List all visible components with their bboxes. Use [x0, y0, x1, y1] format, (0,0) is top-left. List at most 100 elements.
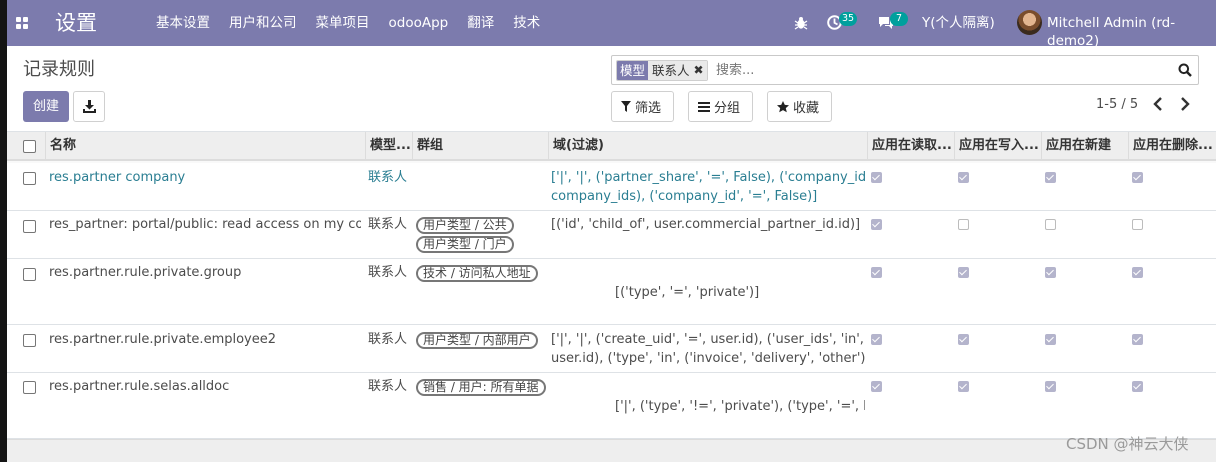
chevron-right-icon[interactable] — [1180, 97, 1190, 111]
perm-create-checkbox — [1045, 219, 1056, 230]
rule-model: 联系人 — [368, 379, 408, 394]
column-domain[interactable]: 域(过滤) — [548, 132, 867, 161]
search-bar: 模型 联系人 ✖ — [611, 55, 1199, 85]
bars-icon — [698, 101, 710, 112]
rule-name: res.partner.rule.private.group — [49, 265, 242, 280]
main-menu: 基本设置 用户和公司 菜单项目 odooApp 翻译 技术 — [156, 14, 559, 32]
star-icon — [777, 100, 789, 112]
table-row[interactable]: res.partner company 联系人 ['|', '|', ('par… — [7, 163, 1216, 211]
table-row[interactable]: res_partner: portal/public: read access … — [7, 211, 1216, 259]
perm-read-checkbox — [871, 267, 882, 278]
table-row[interactable]: res.partner.rule.private.employee2 联系人 用… — [7, 325, 1216, 373]
facet-key: 模型 — [617, 61, 649, 80]
rule-domain-line: ['|', ('type', '!=', 'private'), ('type'… — [615, 399, 865, 414]
perm-unlink-checkbox — [1132, 334, 1143, 345]
rule-model: 联系人 — [368, 265, 408, 280]
column-perm-create[interactable]: 应用在新建 — [1041, 132, 1128, 161]
perm-unlink-checkbox — [1132, 381, 1143, 392]
rule-domain-line: ['|', '|', ('create_uid', '=', user.id),… — [551, 332, 864, 347]
groupby-button[interactable]: 分组 — [688, 91, 753, 122]
export-button[interactable] — [73, 91, 105, 122]
breadcrumb: 记录规则 — [23, 59, 95, 80]
control-panel: 记录规则 创建 模型 联系人 ✖ 筛选 分组 收藏 1-5 / 5 — [7, 46, 1216, 132]
user-menu[interactable]: Mitchell Admin (rd-demo2) — [1047, 14, 1216, 50]
search-input[interactable] — [716, 61, 1156, 80]
menu-item-odooapp[interactable]: odooApp — [389, 14, 449, 32]
company-switcher[interactable]: Y(个人隔离) — [922, 14, 995, 32]
group-tag: 用户类型 / 门户 — [416, 236, 514, 253]
rule-model[interactable]: 联系人 — [368, 168, 412, 187]
column-perm-write[interactable]: 应用在写入... — [954, 132, 1041, 161]
rule-model: 联系人 — [368, 332, 408, 347]
column-perm-unlink[interactable]: 应用在删除... — [1128, 132, 1216, 161]
perm-write-checkbox — [958, 219, 969, 230]
rule-name: res_partner: portal/public: read access … — [49, 217, 361, 232]
perm-create-checkbox — [1045, 172, 1056, 183]
column-perm-read[interactable]: 应用在读取... — [867, 132, 954, 161]
perm-unlink-checkbox — [1132, 172, 1143, 183]
row-checkbox[interactable] — [23, 268, 36, 281]
column-groups[interactable]: 群组 — [412, 132, 548, 161]
perm-unlink-checkbox — [1132, 219, 1143, 230]
bug-icon[interactable] — [794, 16, 808, 30]
group-tag: 销售 / 用户: 所有单据 — [416, 379, 546, 396]
perm-read-checkbox — [871, 172, 882, 183]
user-avatar[interactable] — [1017, 10, 1042, 35]
menu-item-translations[interactable]: 翻译 — [467, 14, 494, 32]
table-row[interactable]: res.partner.rule.private.group 联系人 技术 / … — [7, 259, 1216, 325]
create-button[interactable]: 创建 — [23, 91, 69, 122]
perm-create-checkbox — [1045, 267, 1056, 278]
perm-read-checkbox — [871, 219, 882, 230]
row-checkbox[interactable] — [23, 334, 36, 347]
group-tag: 用户类型 / 公共 — [416, 217, 514, 234]
perm-unlink-checkbox — [1132, 267, 1143, 278]
column-name[interactable]: 名称 — [45, 132, 366, 161]
favorites-label: 收藏 — [793, 101, 820, 116]
rule-name: res.partner.rule.private.employee2 — [49, 332, 277, 347]
favorites-button[interactable]: 收藏 — [767, 91, 832, 122]
apps-menu-icon[interactable] — [16, 17, 30, 31]
rule-domain-line: user.id), ('type', 'in', ('invoice', 'de… — [551, 351, 865, 366]
search-icon[interactable] — [1178, 63, 1192, 77]
facet-remove-icon[interactable]: ✖ — [693, 61, 707, 80]
rule-domain-line: company_ids), ('company_id', '=', False)… — [551, 189, 818, 204]
filter-icon — [621, 101, 631, 112]
perm-create-checkbox — [1045, 381, 1056, 392]
perm-write-checkbox — [958, 172, 969, 183]
table-row[interactable]: res.partner.rule.selas.alldoc 联系人 销售 / 用… — [7, 373, 1216, 439]
column-model[interactable]: 模型... — [365, 132, 412, 161]
row-checkbox[interactable] — [23, 381, 36, 394]
select-all-checkbox[interactable] — [23, 140, 36, 153]
download-icon — [83, 100, 96, 113]
chevron-left-icon[interactable] — [1153, 97, 1163, 111]
watermark: CSDN @神云大侠 — [1066, 435, 1189, 453]
menu-item-users-companies[interactable]: 用户和公司 — [229, 14, 297, 32]
groupby-label: 分组 — [714, 101, 741, 116]
menu-item-menu-items[interactable]: 菜单项目 — [316, 14, 370, 32]
top-navbar: 设置 基本设置 用户和公司 菜单项目 odooApp 翻译 技术 35 7 Y(… — [7, 0, 1216, 49]
search-facet: 模型 联系人 ✖ — [616, 60, 708, 81]
message-count-badge: 7 — [890, 12, 908, 26]
perm-create-checkbox — [1045, 334, 1056, 345]
perm-write-checkbox — [958, 334, 969, 345]
perm-read-checkbox — [871, 334, 882, 345]
filters-button[interactable]: 筛选 — [611, 91, 674, 122]
row-checkbox[interactable] — [23, 220, 36, 233]
group-tag: 技术 / 访问私人地址 — [416, 265, 538, 282]
pager-value[interactable]: 1-5 / 5 — [1096, 97, 1138, 112]
row-checkbox[interactable] — [23, 172, 36, 185]
menu-item-technical[interactable]: 技术 — [513, 14, 540, 32]
menu-item-general-settings[interactable]: 基本设置 — [156, 14, 210, 32]
perm-write-checkbox — [958, 267, 969, 278]
table-footer — [7, 439, 1216, 462]
perm-read-checkbox — [871, 381, 882, 392]
app-title: 设置 — [55, 11, 97, 35]
rule-domain-line: [('type', '=', 'private')] — [615, 285, 760, 300]
rule-name: res.partner.rule.selas.alldoc — [49, 379, 230, 394]
rule-domain-line: ['|', '|', ('partner_share', '=', False)… — [551, 170, 865, 185]
perm-write-checkbox — [958, 381, 969, 392]
rule-name[interactable]: res.partner company — [49, 168, 361, 187]
activity-count-badge: 35 — [839, 12, 858, 26]
filters-label: 筛选 — [635, 101, 662, 116]
table-header: 名称 模型... 群组 域(过滤) 应用在读取... 应用在写入... 应用在新… — [7, 132, 1216, 161]
